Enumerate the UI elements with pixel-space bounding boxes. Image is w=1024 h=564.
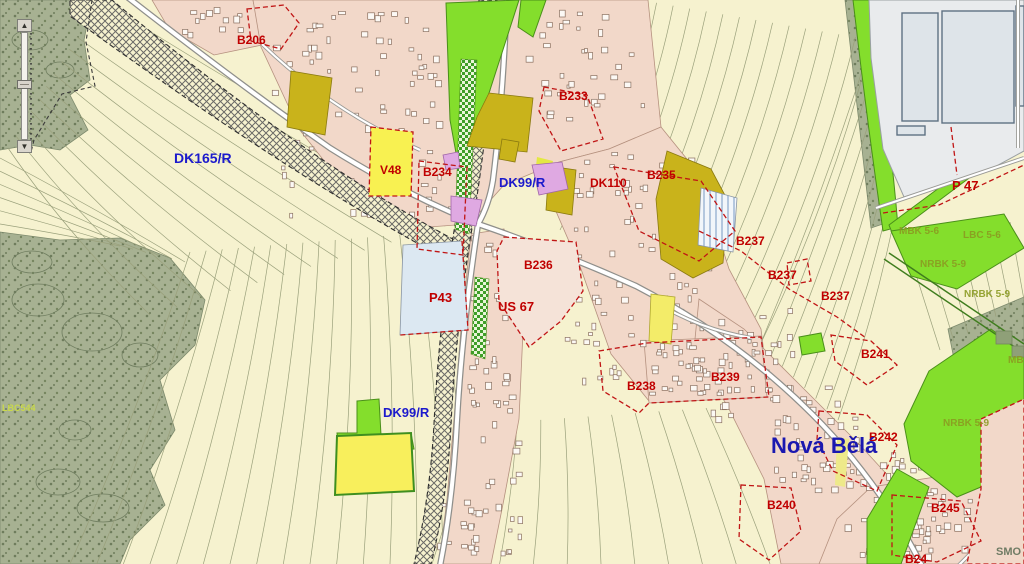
map-viewport[interactable]: B206DK165/RV48B234DK99/RB233DK110B235B23… xyxy=(0,0,1024,564)
zoom-slider[interactable]: ▲ ▼ xyxy=(17,19,32,153)
zoom-in-button[interactable]: ▲ xyxy=(17,19,32,32)
zoom-out-button[interactable]: ▼ xyxy=(17,140,32,153)
map-application: B206DK165/RV48B234DK99/RB233DK110B235B23… xyxy=(0,0,1024,564)
zoom-out-arrow-icon: ▼ xyxy=(21,143,29,151)
zoom-in-arrow-icon: ▲ xyxy=(21,22,29,30)
zoom-slider-track[interactable] xyxy=(21,32,28,140)
map-canvas xyxy=(0,0,1024,564)
zoom-slider-handle[interactable] xyxy=(17,80,32,89)
